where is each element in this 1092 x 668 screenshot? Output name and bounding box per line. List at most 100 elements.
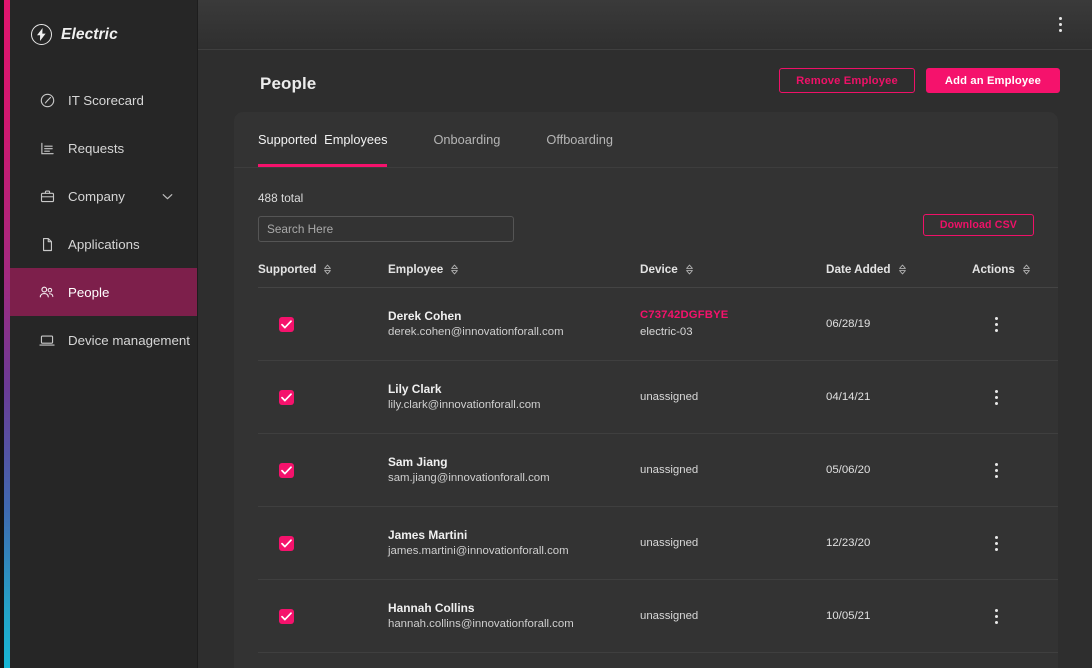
sort-icon[interactable]: [450, 264, 459, 275]
device-name: unassigned: [640, 391, 826, 403]
column-header-employee[interactable]: Employee: [388, 263, 640, 288]
supported-checkbox[interactable]: [279, 317, 294, 332]
kebab-menu-icon[interactable]: [1052, 16, 1068, 34]
app-window: Electric IT Scorecard: [0, 0, 1092, 668]
kebab-dot: [995, 463, 998, 466]
column-header-date-added[interactable]: Date Added: [826, 263, 972, 288]
sidebar: Electric IT Scorecard: [10, 0, 198, 668]
cell-date-added: 06/28/19: [826, 288, 972, 361]
kebab-dot: [995, 323, 998, 326]
sidebar-item-label: Company: [68, 189, 125, 204]
top-bar: [198, 0, 1092, 50]
row-actions-kebab-icon[interactable]: [988, 315, 1004, 333]
cell-actions: [972, 288, 1058, 361]
column-header-actions[interactable]: Actions: [972, 263, 1058, 288]
requests-icon: [39, 140, 55, 156]
kebab-dot: [995, 536, 998, 539]
people-card: Supported Employees Onboarding Offboardi…: [234, 112, 1058, 668]
table-body: Derek Cohenderek.cohen@innovationforall.…: [258, 288, 1058, 653]
employee-name: James Martini: [388, 527, 640, 543]
row-actions-kebab-icon[interactable]: [988, 534, 1004, 552]
supported-checkbox[interactable]: [279, 536, 294, 551]
column-header-device[interactable]: Device: [640, 263, 826, 288]
table-row[interactable]: Lily Clarklily.clark@innovationforall.co…: [258, 361, 1058, 434]
device-name: unassigned: [640, 537, 826, 549]
table-row[interactable]: Sam Jiangsam.jiang@innovationforall.comu…: [258, 434, 1058, 507]
cell-date-added: 12/23/20: [826, 507, 972, 580]
cell-employee: James Martinijames.martini@innovationfor…: [388, 507, 640, 580]
sort-icon[interactable]: [685, 264, 694, 275]
sidebar-nav: IT Scorecard Requests: [10, 76, 197, 364]
card-body: 488 total Download CSV Supported: [234, 168, 1058, 653]
sort-icon[interactable]: [1022, 264, 1031, 275]
cell-employee: Hannah Collinshannah.collins@innovationf…: [388, 580, 640, 653]
table-head: Supported: [258, 263, 1058, 288]
lightning-bolt-icon: [31, 24, 52, 45]
sidebar-item-label: Applications: [68, 237, 140, 252]
cell-date-added: 05/06/20: [826, 434, 972, 507]
employee-name: Lily Clark: [388, 381, 640, 397]
date-added: 12/23/20: [826, 537, 972, 549]
sidebar-item-it-scorecard[interactable]: IT Scorecard: [10, 76, 197, 124]
supported-checkbox[interactable]: [279, 463, 294, 478]
sidebar-item-label: IT Scorecard: [68, 93, 144, 108]
tab-onboarding[interactable]: Onboarding: [433, 112, 500, 167]
briefcase-icon: [39, 188, 55, 204]
sort-icon[interactable]: [898, 264, 907, 275]
brand-gradient-stripe: [4, 0, 10, 668]
column-header-label: Date Added: [826, 263, 891, 276]
table-row[interactable]: James Martinijames.martini@innovationfor…: [258, 507, 1058, 580]
add-employee-button[interactable]: Add an Employee: [926, 68, 1060, 93]
sidebar-item-device-management[interactable]: Device management: [10, 316, 197, 364]
cell-supported: [258, 361, 388, 434]
sidebar-item-company[interactable]: Company: [10, 172, 197, 220]
tab-offboarding[interactable]: Offboarding: [546, 112, 613, 167]
kebab-dot: [995, 475, 998, 478]
cell-date-added: 10/05/21: [826, 580, 972, 653]
cell-date-added: 04/14/21: [826, 361, 972, 434]
sort-icon[interactable]: [323, 264, 332, 275]
brand-logo[interactable]: Electric: [10, 0, 197, 50]
sidebar-item-applications[interactable]: Applications: [10, 220, 197, 268]
cell-employee: Sam Jiangsam.jiang@innovationforall.com: [388, 434, 640, 507]
cell-supported: [258, 434, 388, 507]
column-header-supported[interactable]: Supported: [258, 263, 388, 288]
toolbar-row: Download CSV: [258, 216, 1034, 242]
kebab-dot: [995, 402, 998, 405]
tab-bar: Supported Employees Onboarding Offboardi…: [234, 112, 1058, 168]
people-table: Supported: [258, 263, 1058, 653]
table-row[interactable]: Derek Cohenderek.cohen@innovationforall.…: [258, 288, 1058, 361]
brand-name: Electric: [61, 26, 118, 44]
download-csv-button[interactable]: Download CSV: [923, 214, 1034, 236]
table-header-row: Supported: [258, 263, 1058, 288]
table-row[interactable]: Hannah Collinshannah.collins@innovationf…: [258, 580, 1058, 653]
date-added: 06/28/19: [826, 318, 972, 330]
chevron-down-icon[interactable]: [161, 190, 173, 202]
window-left-edge: [0, 0, 4, 668]
cell-actions: [972, 507, 1058, 580]
row-actions-kebab-icon[interactable]: [988, 461, 1004, 479]
employee-name: Derek Cohen: [388, 308, 640, 324]
sidebar-item-label: Device management: [68, 333, 190, 348]
kebab-dot: [995, 615, 998, 618]
row-actions-kebab-icon[interactable]: [988, 607, 1004, 625]
kebab-dot: [995, 396, 998, 399]
kebab-dot: [1059, 23, 1062, 26]
column-header-label: Device: [640, 263, 678, 276]
card-right-gutter: [1058, 112, 1092, 668]
employee-email: lily.clark@innovationforall.com: [388, 397, 640, 414]
sidebar-item-requests[interactable]: Requests: [10, 124, 197, 172]
search-input[interactable]: [258, 216, 514, 242]
cell-device: unassigned: [640, 361, 826, 434]
device-name: unassigned: [640, 464, 826, 476]
page-header: People Remove Employee Add an Employee: [198, 50, 1092, 112]
supported-checkbox[interactable]: [279, 390, 294, 405]
row-actions-kebab-icon[interactable]: [988, 388, 1004, 406]
remove-employee-button[interactable]: Remove Employee: [779, 68, 915, 93]
supported-checkbox[interactable]: [279, 609, 294, 624]
tab-supported-employees[interactable]: Supported Employees: [258, 112, 387, 167]
kebab-dot: [995, 390, 998, 393]
sidebar-item-people[interactable]: People: [10, 268, 197, 316]
column-header-label: Employee: [388, 263, 443, 276]
device-asset-tag: C73742DGFBYE: [640, 308, 826, 324]
